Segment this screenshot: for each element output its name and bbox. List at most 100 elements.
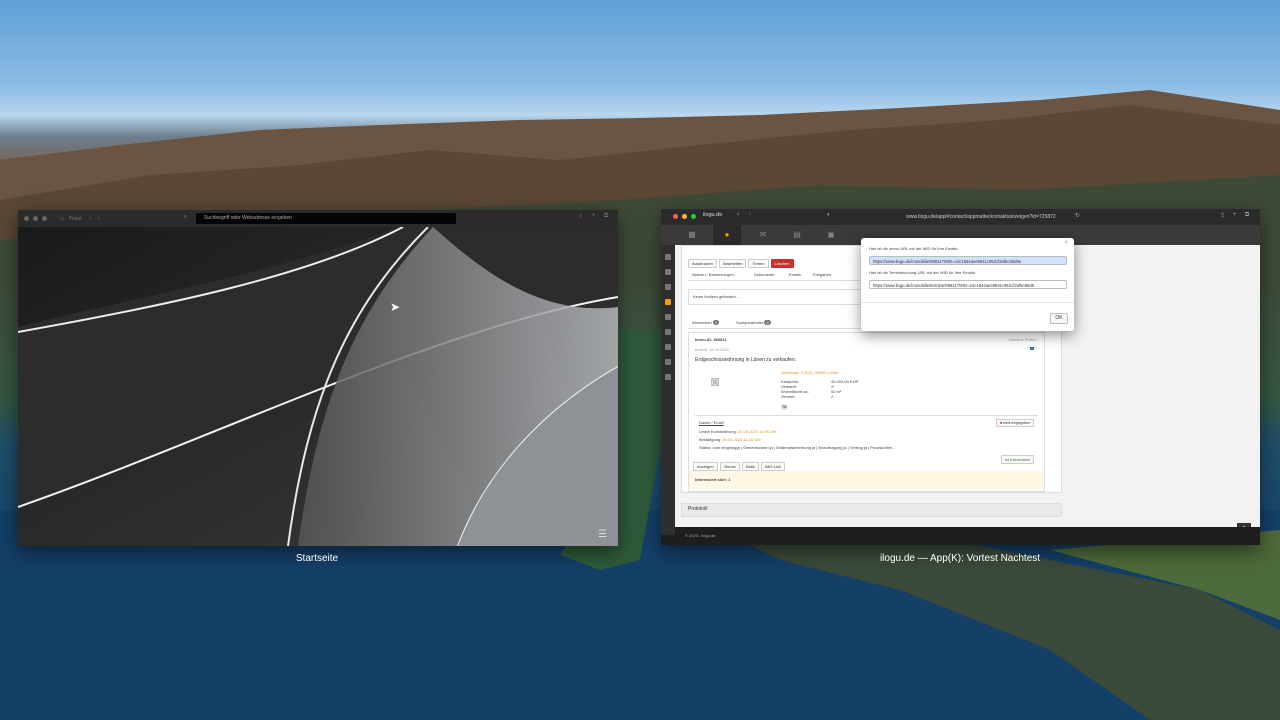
tab-interested-label: Interessiert [692, 320, 712, 325]
back-icon[interactable]: ‹ [89, 216, 91, 222]
documents-icon[interactable]: ▣ [826, 230, 836, 240]
zoom-button[interactable] [691, 214, 696, 219]
chat-icon[interactable] [665, 344, 671, 350]
status-value: vom eingeloggt | Gewerbschein ja | Wider… [712, 445, 895, 450]
contact-icon[interactable] [665, 299, 671, 305]
tab-shares[interactable]: Freigaben [813, 272, 831, 277]
minimize-button[interactable] [33, 216, 38, 221]
confirmed-row: Bestätigung: 20.03.2023 11:10 Uhr [699, 437, 761, 442]
dialog-close-icon[interactable]: × [1064, 240, 1068, 246]
immo-headline: Erdgeschosswohnung in Lünen zu verkaufen… [695, 357, 797, 363]
wid-url-dialog: × Hier ist die Immo-URL mit der WID für … [861, 238, 1074, 331]
last-contact-label: Letzte Kontaktierung: [699, 429, 737, 434]
tab-title: Privat [68, 215, 82, 222]
dialog-divider [861, 302, 1074, 303]
traffic-lights[interactable] [673, 214, 696, 219]
dialog-line1: Hier ist die Immo-URL mit der WID für Ih… [869, 246, 959, 251]
zoom-button[interactable] [42, 216, 47, 221]
confirmed-label: Bestätigung: [699, 437, 722, 442]
window-titlebar[interactable]: ▭ Privat ‹ › ◐ Suchbegriff oder Webadres… [18, 210, 618, 227]
immo-id: Immo-ID: 360811 [695, 337, 727, 342]
back-icon[interactable]: ‹ [737, 211, 739, 218]
reload-icon[interactable]: ↻ [1075, 212, 1080, 219]
edit-button[interactable]: Bearbeiten [719, 259, 747, 268]
share-icon[interactable]: ⇪ [578, 213, 583, 220]
tab-overview-icon[interactable]: ⧉ [1245, 212, 1249, 219]
close-button[interactable] [24, 216, 29, 221]
mouse-cursor-icon: ➤ [390, 300, 401, 314]
last-contact-date: 20.03.2023 11:08 Uhr [737, 429, 777, 434]
imo-link-button[interactable]: IMO-Link [760, 462, 786, 471]
protokoll-bar[interactable]: Protokoll [681, 503, 1062, 517]
show-button[interactable]: Anzeigen [693, 462, 718, 471]
window-label-ilogu: ilogu.de — App(K): Vortest Nachtest [879, 553, 1041, 564]
interested-button[interactable]: Ist Interessiert [1000, 455, 1034, 464]
new-tab-icon[interactable]: + [1233, 212, 1237, 218]
new-tab-icon[interactable]: + [592, 213, 596, 219]
immo-address[interactable]: Wiesenstr. 4 (EG), 44532 Lünen [781, 370, 838, 375]
person-icon[interactable]: ● [713, 225, 741, 245]
safari-window-startpage[interactable]: ▭ Privat ‹ › ◐ Suchbegriff oder Webadres… [18, 210, 618, 546]
interested-count-badge: 1 [712, 320, 720, 325]
tab-interested[interactable]: Interessiert 1 [692, 320, 720, 325]
print-button[interactable]: Ausdrucken [688, 259, 718, 268]
shield-icon[interactable]: ◐ [184, 214, 188, 220]
protokoll-label: Protokoll [688, 506, 708, 512]
home-icon[interactable] [665, 284, 671, 290]
tab-overview-icon[interactable]: ⧉ [604, 213, 608, 220]
created-date: erstellt: 18.04.2022 [695, 347, 730, 352]
shield-icon[interactable]: ◐ [827, 212, 831, 218]
camera-icon: ◙ [711, 373, 720, 389]
fact-row: Zimmer: 2 [781, 394, 901, 399]
grid-icon[interactable]: ▦ [687, 230, 697, 240]
tab-notes[interactable]: Notizen / Bemerkungen [692, 272, 734, 277]
mail-icon[interactable]: ✉ [758, 230, 768, 240]
share-icon[interactable]: ⇪ [1220, 212, 1225, 219]
ok-button[interactable]: OK [1050, 313, 1068, 324]
appointment-action-button[interactable]: Termin [719, 462, 740, 471]
agent-name: <Markus Prüfer> [1008, 337, 1038, 342]
contact-name[interactable]: Daniel / Email [699, 420, 724, 425]
fact-key: Zimmer: [781, 394, 796, 399]
share-status-label: nicht freigegeben [1003, 421, 1030, 425]
refresh-icon[interactable] [665, 254, 671, 260]
calendar-side-icon[interactable] [665, 329, 671, 335]
window-titlebar[interactable]: ilogu.de ‹ › ◐ www.ilogu.de/app/#contact… [661, 209, 1260, 225]
dialog-line2: Hier ist die Terminbuchung-URL mit der W… [869, 270, 976, 275]
fact-value: 2 [831, 394, 834, 399]
delete-button[interactable]: Löschen [770, 259, 794, 268]
status-row: Status: vom eingeloggt | Gewerbschein ja… [699, 445, 895, 450]
settings-sliders-icon[interactable]: ☰ [598, 529, 607, 540]
close-button[interactable] [673, 214, 678, 219]
forward-icon[interactable]: › [97, 216, 99, 222]
note-button[interactable]: Notiz [741, 462, 759, 471]
address-bar[interactable]: Suchbegriff oder Webadresse eingeben [196, 213, 456, 224]
tab-documents[interactable]: Dokumente [754, 272, 774, 277]
search-params-count-badge: 0 [764, 320, 771, 325]
booking-url-field[interactable]: https://www.ilogu.de/immobilie/termine/8… [869, 280, 1067, 289]
address-bar[interactable]: www.ilogu.de/app/#contact/appmatteckonta… [881, 212, 1081, 222]
share-status-button[interactable]: ■ nicht freigegeben [996, 419, 1034, 427]
fact-value: 40.000,00 EUR [831, 379, 859, 384]
left-icon-sidebar [661, 245, 675, 535]
traffic-lights[interactable] [24, 216, 47, 221]
startpage-wallpaper: ☰ ➤ [18, 227, 618, 546]
minimize-button[interactable] [682, 214, 687, 219]
immo-url-field[interactable]: https://www.ilogu.de/immobilie/868117WID… [869, 256, 1067, 265]
calendar-icon[interactable]: ▤ [792, 230, 802, 240]
immo-card: Immo-ID: 360811 <Markus Prüfer> erstellt… [688, 332, 1045, 492]
mail-side-icon[interactable] [665, 314, 671, 320]
status-label: Status: [699, 445, 712, 450]
abstract-wallpaper-art [18, 227, 618, 546]
last-contact-row: Letzte Kontaktierung: 20.03.2023 11:08 U… [699, 429, 776, 434]
tab-emails[interactable]: Emails [789, 272, 801, 277]
flag-icon [1030, 347, 1034, 350]
tab-search-params[interactable]: Suchparameter 0 [736, 320, 771, 325]
building-icon[interactable] [665, 359, 671, 365]
sidebar-icon[interactable]: ▭ [59, 215, 65, 222]
user-icon[interactable] [665, 269, 671, 275]
settings-icon[interactable] [665, 374, 671, 380]
forward-icon[interactable]: › [749, 211, 751, 218]
appointment-button[interactable]: Termin [748, 259, 769, 268]
action-toolbar: Ausdrucken Bearbeiten Termin Löschen [688, 252, 796, 270]
